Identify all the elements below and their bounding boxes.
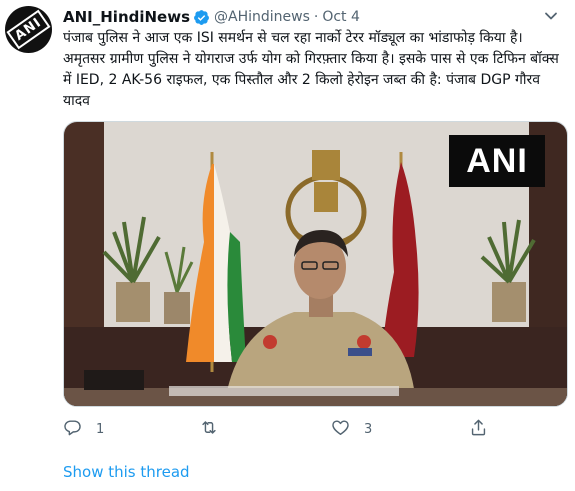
like-count: 3 xyxy=(364,421,373,437)
tweet-card[interactable]: ANI ANI_HindiNews @AHindinews · Oct 4 पं… xyxy=(0,0,575,491)
like-button[interactable]: 3 xyxy=(331,418,372,440)
share-icon xyxy=(469,418,488,441)
ani-logo-icon: ANI xyxy=(6,9,51,50)
tweet-actions: 1 3 xyxy=(63,418,503,440)
share-button[interactable] xyxy=(469,418,488,440)
tweet-text: पंजाब पुलिस ने आज एक ISI समर्थन से चल रह… xyxy=(63,30,559,109)
reply-icon xyxy=(63,418,82,441)
user-handle[interactable]: @AHindinews xyxy=(214,9,310,25)
avatar[interactable]: ANI xyxy=(5,6,52,53)
reply-count: 1 xyxy=(96,421,105,437)
more-options-icon[interactable] xyxy=(541,8,561,24)
verified-badge-icon xyxy=(193,9,210,26)
heart-icon xyxy=(331,418,350,441)
tweet-header: ANI_HindiNews @AHindinews · Oct 4 xyxy=(63,7,360,27)
reply-button[interactable]: 1 xyxy=(63,418,104,440)
display-name[interactable]: ANI_HindiNews xyxy=(63,8,190,26)
ani-watermark: ANI xyxy=(449,135,545,187)
tweet-media-image[interactable]: ANI xyxy=(63,121,568,407)
header-separator: · xyxy=(313,9,319,25)
tweet-date[interactable]: Oct 4 xyxy=(322,9,360,25)
retweet-icon xyxy=(199,418,219,441)
show-thread-link[interactable]: Show this thread xyxy=(63,463,190,481)
retweet-button[interactable] xyxy=(199,418,233,440)
